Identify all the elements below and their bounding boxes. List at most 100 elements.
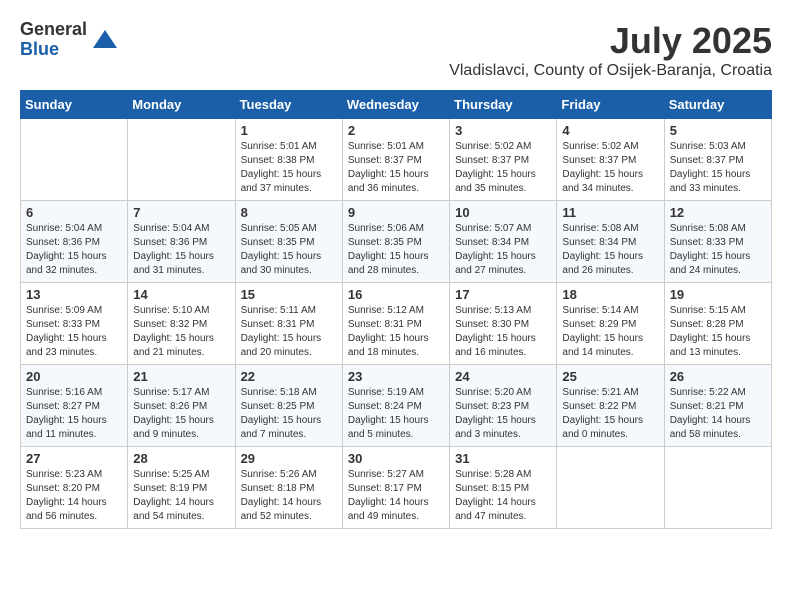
day-number: 22 <box>241 369 337 384</box>
day-info: Sunrise: 5:02 AMSunset: 8:37 PMDaylight:… <box>455 140 551 196</box>
calendar-day-cell: 10 Sunrise: 5:07 AMSunset: 8:34 PMDayligh… <box>450 201 557 283</box>
calendar-header-row: SundayMondayTuesdayWednesdayThursdayFrid… <box>21 91 772 119</box>
day-number: 23 <box>348 369 444 384</box>
calendar-day-cell: 15Sunrise: 5:11 AMSunset: 8:31 PMDayligh… <box>235 283 342 365</box>
day-info: Sunrise: 5:27 AMSunset: 8:17 PMDaylight:… <box>348 468 444 524</box>
day-number: 11 <box>562 205 658 220</box>
calendar-day-cell: 5 Sunrise: 5:03 AMSunset: 8:37 PMDaylight… <box>664 119 771 201</box>
day-number: 24 <box>455 369 551 384</box>
calendar-day-cell: 16 Sunrise: 5:12 AMSunset: 8:31 PMDayligh… <box>342 283 449 365</box>
day-info: Sunrise: 5:01 AMSunset: 8:38 PMDaylight:… <box>241 140 337 196</box>
day-info: Sunrise: 5:13 AMSunset: 8:30 PMDaylight:… <box>455 304 551 360</box>
day-info: Sunrise: 5:26 AMSunset: 8:18 PMDaylight:… <box>241 468 337 524</box>
logo: General Blue <box>20 20 119 60</box>
day-info: Sunrise: 5:12 AMSunset: 8:31 PMDaylight:… <box>348 304 444 360</box>
calendar-day-cell: 4 Sunrise: 5:02 AMSunset: 8:37 PMDaylight… <box>557 119 664 201</box>
calendar-day-cell: 23 Sunrise: 5:19 AMSunset: 8:24 PMDayligh… <box>342 365 449 447</box>
day-info: Sunrise: 5:10 AMSunset: 8:32 PMDaylight:… <box>133 304 229 360</box>
logo-icon <box>91 26 119 54</box>
calendar-day-cell <box>557 447 664 529</box>
day-number: 20 <box>26 369 122 384</box>
day-info: Sunrise: 5:07 AMSunset: 8:34 PMDaylight:… <box>455 222 551 278</box>
day-number: 4 <box>562 123 658 138</box>
logo-blue: Blue <box>20 40 87 60</box>
day-number: 9 <box>348 205 444 220</box>
day-info: Sunrise: 5:16 AMSunset: 8:27 PMDaylight:… <box>26 386 122 442</box>
calendar-day-cell: 22 Sunrise: 5:18 AMSunset: 8:25 PMDayligh… <box>235 365 342 447</box>
calendar-day-cell: 13 Sunrise: 5:09 AMSunset: 8:33 PMDayligh… <box>21 283 128 365</box>
day-number: 13 <box>26 287 122 302</box>
calendar-day-cell: 28 Sunrise: 5:25 AMSunset: 8:19 PMDayligh… <box>128 447 235 529</box>
day-number: 30 <box>348 451 444 466</box>
day-number: 25 <box>562 369 658 384</box>
calendar-week-row: 1Sunrise: 5:01 AMSunset: 8:38 PMDaylight… <box>21 119 772 201</box>
weekday-header: Monday <box>128 91 235 119</box>
day-info: Sunrise: 5:03 AMSunset: 8:37 PMDaylight:… <box>670 140 766 196</box>
calendar-day-cell: 11 Sunrise: 5:08 AMSunset: 8:34 PMDayligh… <box>557 201 664 283</box>
day-info: Sunrise: 5:06 AMSunset: 8:35 PMDaylight:… <box>348 222 444 278</box>
location-title: Vladislavci, County of Osijek-Baranja, C… <box>449 62 772 80</box>
day-info: Sunrise: 5:01 AMSunset: 8:37 PMDaylight:… <box>348 140 444 196</box>
day-info: Sunrise: 5:02 AMSunset: 8:37 PMDaylight:… <box>562 140 658 196</box>
day-info: Sunrise: 5:14 AMSunset: 8:29 PMDaylight:… <box>562 304 658 360</box>
day-info: Sunrise: 5:15 AMSunset: 8:28 PMDaylight:… <box>670 304 766 360</box>
calendar-day-cell: 9 Sunrise: 5:06 AMSunset: 8:35 PMDaylight… <box>342 201 449 283</box>
day-info: Sunrise: 5:05 AMSunset: 8:35 PMDaylight:… <box>241 222 337 278</box>
day-info: Sunrise: 5:08 AMSunset: 8:34 PMDaylight:… <box>562 222 658 278</box>
day-info: Sunrise: 5:25 AMSunset: 8:19 PMDaylight:… <box>133 468 229 524</box>
day-info: Sunrise: 5:17 AMSunset: 8:26 PMDaylight:… <box>133 386 229 442</box>
calendar-day-cell: 2 Sunrise: 5:01 AMSunset: 8:37 PMDaylight… <box>342 119 449 201</box>
weekday-header: Friday <box>557 91 664 119</box>
day-info: Sunrise: 5:11 AMSunset: 8:31 PMDaylight:… <box>241 304 337 360</box>
weekday-header: Thursday <box>450 91 557 119</box>
weekday-header: Sunday <box>21 91 128 119</box>
weekday-header: Saturday <box>664 91 771 119</box>
calendar-day-cell: 31Sunrise: 5:28 AMSunset: 8:15 PMDayligh… <box>450 447 557 529</box>
day-number: 3 <box>455 123 551 138</box>
day-number: 16 <box>348 287 444 302</box>
calendar-week-row: 6Sunrise: 5:04 AMSunset: 8:36 PMDaylight… <box>21 201 772 283</box>
day-number: 18 <box>562 287 658 302</box>
day-number: 5 <box>670 123 766 138</box>
day-number: 21 <box>133 369 229 384</box>
day-number: 31 <box>455 451 551 466</box>
day-info: Sunrise: 5:21 AMSunset: 8:22 PMDaylight:… <box>562 386 658 442</box>
day-info: Sunrise: 5:19 AMSunset: 8:24 PMDaylight:… <box>348 386 444 442</box>
calendar-day-cell: 6Sunrise: 5:04 AMSunset: 8:36 PMDaylight… <box>21 201 128 283</box>
day-number: 8 <box>241 205 337 220</box>
calendar-week-row: 20 Sunrise: 5:16 AMSunset: 8:27 PMDayligh… <box>21 365 772 447</box>
day-number: 17 <box>455 287 551 302</box>
calendar-day-cell: 25 Sunrise: 5:21 AMSunset: 8:22 PMDayligh… <box>557 365 664 447</box>
logo-general: General <box>20 20 87 40</box>
day-info: Sunrise: 5:09 AMSunset: 8:33 PMDaylight:… <box>26 304 122 360</box>
calendar-day-cell <box>664 447 771 529</box>
day-number: 26 <box>670 369 766 384</box>
day-number: 28 <box>133 451 229 466</box>
day-number: 12 <box>670 205 766 220</box>
calendar-day-cell: 20 Sunrise: 5:16 AMSunset: 8:27 PMDayligh… <box>21 365 128 447</box>
day-info: Sunrise: 5:20 AMSunset: 8:23 PMDaylight:… <box>455 386 551 442</box>
calendar-day-cell: 12Sunrise: 5:08 AMSunset: 8:33 PMDayligh… <box>664 201 771 283</box>
day-info: Sunrise: 5:18 AMSunset: 8:25 PMDaylight:… <box>241 386 337 442</box>
calendar-day-cell: 26 Sunrise: 5:22 AMSunset: 8:21 PMDayligh… <box>664 365 771 447</box>
day-number: 27 <box>26 451 122 466</box>
calendar-day-cell: 27 Sunrise: 5:23 AMSunset: 8:20 PMDayligh… <box>21 447 128 529</box>
calendar-day-cell <box>21 119 128 201</box>
calendar-week-row: 13 Sunrise: 5:09 AMSunset: 8:33 PMDayligh… <box>21 283 772 365</box>
day-info: Sunrise: 5:22 AMSunset: 8:21 PMDaylight:… <box>670 386 766 442</box>
day-number: 19 <box>670 287 766 302</box>
calendar-day-cell: 30 Sunrise: 5:27 AMSunset: 8:17 PMDayligh… <box>342 447 449 529</box>
calendar-day-cell: 18 Sunrise: 5:14 AMSunset: 8:29 PMDayligh… <box>557 283 664 365</box>
calendar-day-cell: 17 Sunrise: 5:13 AMSunset: 8:30 PMDayligh… <box>450 283 557 365</box>
page-header: General Blue July 2025 Vladislavci, Coun… <box>20 20 772 80</box>
calendar-week-row: 27 Sunrise: 5:23 AMSunset: 8:20 PMDayligh… <box>21 447 772 529</box>
day-info: Sunrise: 5:23 AMSunset: 8:20 PMDaylight:… <box>26 468 122 524</box>
day-number: 10 <box>455 205 551 220</box>
day-number: 2 <box>348 123 444 138</box>
calendar-day-cell: 29Sunrise: 5:26 AMSunset: 8:18 PMDayligh… <box>235 447 342 529</box>
calendar-day-cell: 7Sunrise: 5:04 AMSunset: 8:36 PMDaylight… <box>128 201 235 283</box>
title-section: July 2025 Vladislavci, County of Osijek-… <box>449 20 772 80</box>
day-info: Sunrise: 5:04 AMSunset: 8:36 PMDaylight:… <box>133 222 229 278</box>
calendar-day-cell: 14 Sunrise: 5:10 AMSunset: 8:32 PMDayligh… <box>128 283 235 365</box>
day-number: 14 <box>133 287 229 302</box>
